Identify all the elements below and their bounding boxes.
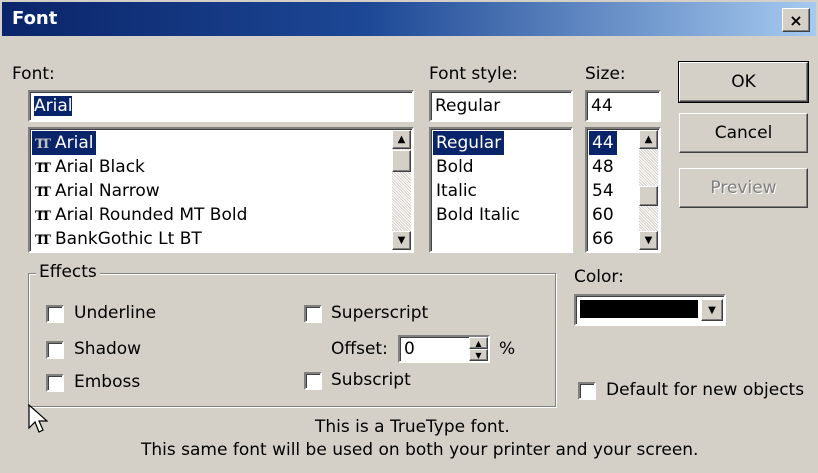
arrow-down-icon: ▼	[475, 350, 482, 360]
effects-title: Effects	[36, 262, 100, 282]
arrow-down-icon: ▼	[397, 235, 406, 246]
arrow-up-icon: ▲	[475, 338, 482, 348]
preview-button-label: Preview	[710, 178, 777, 198]
list-item[interactable]: Regular	[433, 131, 505, 155]
arrow-down-icon: ▼	[644, 235, 653, 246]
offset-value: 0	[404, 339, 415, 359]
title-bar[interactable]: Font ×	[2, 2, 816, 36]
info-line-2: This same font will be used on both your…	[141, 440, 699, 460]
close-button[interactable]: ×	[782, 8, 810, 32]
shadow-label: Shadow	[74, 339, 142, 359]
underline-checkbox[interactable]	[46, 305, 64, 323]
superscript-checkbox[interactable]	[304, 305, 322, 323]
truetype-icon: TT	[35, 233, 51, 248]
font-label: Font:	[12, 64, 55, 84]
list-item-label: BankGothic Lt BT	[55, 229, 202, 249]
mouse-pointer-icon	[28, 404, 48, 433]
list-item[interactable]: TT Arial Narrow	[32, 179, 163, 203]
size-list[interactable]: 44 48 54 60 66 ▲ ▼	[585, 127, 661, 253]
list-item-label: 48	[592, 157, 614, 177]
color-swatch	[580, 300, 698, 318]
chevron-down-icon: ▼	[708, 304, 716, 316]
list-item[interactable]: 66	[589, 227, 617, 251]
dropdown-button[interactable]: ▼	[701, 299, 723, 321]
font-input[interactable]: Arial	[28, 90, 414, 122]
ok-button-label: OK	[731, 72, 756, 92]
offset-spinner[interactable]: 0 ▲ ▼	[398, 335, 490, 363]
cancel-button[interactable]: Cancel	[679, 113, 808, 153]
info-line-1: This is a TrueType font.	[315, 417, 510, 437]
subscript-label: Subscript	[331, 370, 411, 390]
list-item-label: Bold Italic	[436, 205, 520, 225]
font-list[interactable]: TT Arial TT Arial Black TT Arial Narrow TT Aria…	[28, 127, 414, 253]
list-item[interactable]: TT Arial Rounded MT Bold	[32, 203, 250, 227]
font-dialog: Font × Font: Arial TT Arial TT Arial Black T…	[0, 0, 818, 473]
offset-unit: %	[499, 339, 516, 359]
truetype-icon: TT	[35, 137, 51, 152]
font-style-label: Font style:	[429, 64, 518, 84]
list-item[interactable]: TT Arial	[32, 131, 97, 155]
list-item-label: 60	[592, 205, 614, 225]
truetype-icon: TT	[35, 185, 51, 200]
list-item[interactable]: TT Arial Black	[32, 155, 148, 179]
scroll-down-button[interactable]: ▼	[392, 231, 411, 250]
list-item-label: Arial Rounded MT Bold	[55, 205, 248, 225]
list-item-label: 44	[592, 133, 614, 153]
scroll-up-button[interactable]: ▲	[639, 130, 658, 149]
size-input-value: 44	[591, 96, 613, 116]
spin-up-button[interactable]: ▲	[469, 337, 488, 349]
subscript-checkbox[interactable]	[304, 372, 322, 390]
preview-button[interactable]: Preview	[679, 168, 808, 208]
close-icon: ×	[789, 10, 803, 30]
color-dropdown[interactable]: ▼	[574, 294, 726, 326]
font-style-input-value: Regular	[435, 96, 501, 116]
list-item-label: Arial Black	[55, 157, 145, 177]
offset-label: Offset:	[331, 339, 388, 359]
ok-button[interactable]: OK	[678, 61, 809, 103]
window-title: Font	[12, 8, 58, 29]
list-item-label: Bold	[436, 157, 474, 177]
superscript-label: Superscript	[331, 303, 429, 323]
list-item-label: 66	[592, 229, 614, 249]
font-input-value: Arial	[34, 96, 73, 116]
scroll-up-button[interactable]: ▲	[392, 130, 411, 149]
list-item-label: Arial Narrow	[55, 181, 160, 201]
list-item[interactable]: 48	[589, 155, 617, 179]
emboss-checkbox[interactable]	[46, 374, 64, 392]
list-item[interactable]: 44	[589, 131, 617, 155]
default-label: Default for new objects	[606, 380, 805, 400]
cancel-button-label: Cancel	[714, 123, 773, 143]
list-item[interactable]: 54	[589, 179, 617, 203]
list-item[interactable]: Bold Italic	[433, 203, 523, 227]
truetype-icon: TT	[35, 161, 51, 176]
list-item-label: Regular	[436, 133, 502, 153]
list-item[interactable]: Bold	[433, 155, 477, 179]
size-input[interactable]: 44	[585, 90, 661, 122]
truetype-icon: TT	[35, 209, 51, 224]
arrow-up-icon: ▲	[397, 134, 406, 145]
list-item[interactable]: Italic	[433, 179, 480, 203]
spin-down-button[interactable]: ▼	[469, 349, 488, 361]
scroll-thumb[interactable]	[392, 150, 411, 172]
scroll-thumb[interactable]	[639, 186, 658, 206]
font-style-list[interactable]: Regular Bold Italic Bold Italic	[429, 127, 573, 253]
shadow-checkbox[interactable]	[46, 341, 64, 359]
font-style-input[interactable]: Regular	[429, 90, 573, 122]
list-item-label: Italic	[436, 181, 477, 201]
list-item[interactable]: TT BankGothic Lt BT	[32, 227, 205, 251]
font-list-scrollbar[interactable]: ▲ ▼	[392, 130, 411, 250]
emboss-label: Emboss	[74, 372, 141, 392]
default-checkbox[interactable]	[578, 382, 596, 400]
color-label: Color:	[574, 267, 624, 287]
size-list-scrollbar[interactable]: ▲ ▼	[639, 130, 658, 250]
underline-label: Underline	[74, 303, 157, 323]
list-item[interactable]: 60	[589, 203, 617, 227]
list-item-label: Arial	[55, 133, 94, 153]
arrow-up-icon: ▲	[644, 134, 653, 145]
scroll-down-button[interactable]: ▼	[639, 231, 658, 250]
size-label: Size:	[585, 64, 626, 84]
list-item-label: 54	[592, 181, 614, 201]
